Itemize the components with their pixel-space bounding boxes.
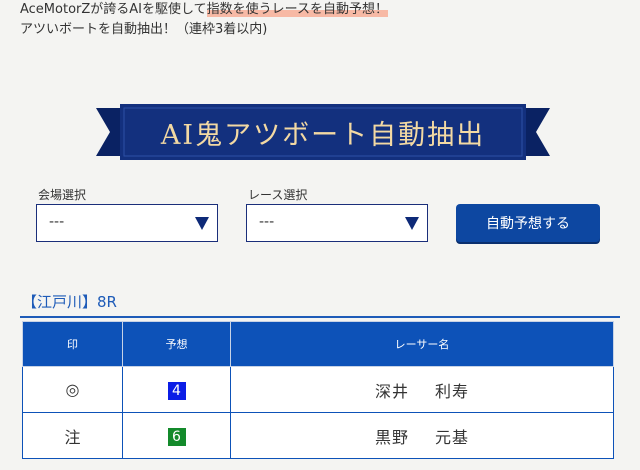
header-prediction: 予想: [122, 321, 231, 367]
prediction-cell: 4: [122, 366, 231, 413]
mark-cell: ◎: [22, 366, 123, 413]
prediction-table: 印 予想 レーサー名 ◎ 4 深井 利寿 注 6 黒野 元基: [22, 321, 614, 459]
venue-race-title: 【江戸川】8R: [22, 293, 117, 311]
venue-select-value: ---: [49, 214, 65, 230]
prediction-cell: 6: [122, 412, 231, 459]
racer-last-name: 黒野: [374, 427, 409, 447]
banner-title: AI鬼アツボート自動抽出: [160, 119, 486, 151]
racer-name-cell: 黒野 元基: [230, 412, 614, 459]
racer-last-name: 深井: [374, 381, 409, 401]
mark-cell: 注: [22, 412, 123, 459]
race-select[interactable]: ---: [246, 204, 428, 242]
venue-select-label: 会場選択: [38, 188, 87, 202]
racer-first-name: 利寿: [435, 381, 470, 401]
racer-first-name: 元基: [435, 427, 470, 447]
boat-number-badge: 4: [167, 381, 186, 400]
venue-select[interactable]: ---: [36, 204, 218, 242]
intro-line-1: AceMotorZが誇るAIを駆使して指数を使うレースを自動予想！: [20, 0, 388, 20]
intro-line-1-highlight: 指数を使うレースを自動予想！: [206, 2, 388, 17]
divider: [20, 316, 620, 318]
racer-name-cell: 深井 利寿: [230, 366, 614, 413]
table-row: ◎ 4 深井 利寿: [22, 366, 614, 413]
table-header-row: 印 予想 レーサー名: [22, 321, 614, 367]
intro-text: AceMotorZが誇るAIを駆使して指数を使うレースを自動予想！ アツいボート…: [20, 0, 388, 40]
intro-line-2: アツいボートを自動抽出！（連枠3着以内): [20, 22, 268, 37]
title-banner: AI鬼アツボート自動抽出: [96, 104, 550, 160]
table-row: 注 6 黒野 元基: [22, 412, 614, 459]
header-mark: 印: [22, 321, 123, 367]
auto-predict-button[interactable]: 自動予想する: [456, 204, 600, 242]
chevron-down-icon: [195, 217, 209, 230]
intro-line-1-prefix: AceMotorZが誇るAIを駆使して: [20, 2, 207, 17]
race-select-label: レース選択: [248, 188, 308, 202]
race-select-value: ---: [259, 214, 275, 230]
header-racer-name: レーサー名: [230, 321, 614, 367]
chevron-down-icon: [405, 217, 419, 230]
boat-number-badge: 6: [167, 427, 186, 446]
